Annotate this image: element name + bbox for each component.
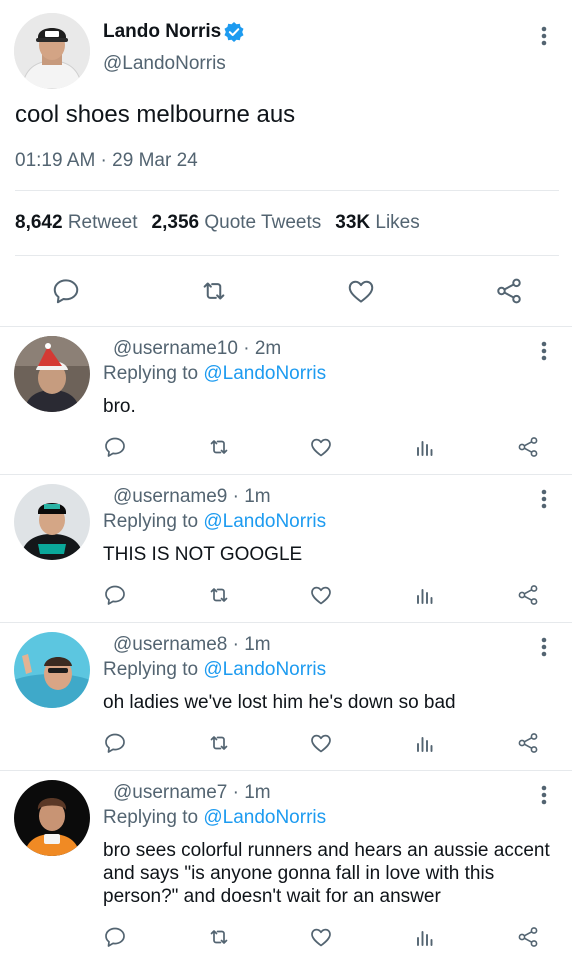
- reply-text: THIS IS NOT GOOGLE: [103, 544, 303, 565]
- mention-link[interactable]: @LandoNorris: [203, 807, 326, 828]
- reply-avatar[interactable]: [14, 336, 90, 412]
- reply-time: 1m: [244, 634, 271, 655]
- mention-link[interactable]: @LandoNorris: [203, 659, 326, 680]
- retweet-icon[interactable]: [207, 925, 231, 949]
- reply-header: @username8 · 1m: [113, 634, 271, 655]
- more-options-icon[interactable]: [534, 635, 554, 659]
- mention-link[interactable]: @LandoNorris: [203, 363, 326, 384]
- share-icon[interactable]: [516, 583, 540, 607]
- reply-header: @username7 · 1m: [113, 782, 271, 803]
- like-icon[interactable]: [346, 276, 376, 306]
- retweet-icon[interactable]: [207, 583, 231, 607]
- reply-time: 1m: [244, 486, 271, 507]
- verified-badge-icon: [223, 21, 245, 43]
- replying-to: Replying to @LandoNorris: [103, 363, 327, 384]
- retweet-icon[interactable]: [207, 731, 231, 755]
- share-icon[interactable]: [516, 731, 540, 755]
- author-name[interactable]: Lando Norris: [103, 21, 221, 43]
- reply-text: oh ladies we've lost him he's down so ba…: [103, 692, 456, 713]
- reply-text: bro sees colorful runners and hears an a…: [103, 840, 550, 907]
- more-options-icon[interactable]: [534, 487, 554, 511]
- more-options-icon[interactable]: [534, 783, 554, 807]
- reply-header: @username9 · 1m: [113, 486, 271, 507]
- share-icon[interactable]: [516, 435, 540, 459]
- like-icon[interactable]: [309, 583, 333, 607]
- reply-icon[interactable]: [103, 731, 127, 755]
- reply-icon[interactable]: [103, 435, 127, 459]
- reply-icon[interactable]: [103, 925, 127, 949]
- analytics-icon[interactable]: [413, 731, 437, 755]
- like-icon[interactable]: [309, 925, 333, 949]
- reply-avatar[interactable]: [14, 484, 90, 560]
- analytics-icon[interactable]: [413, 435, 437, 459]
- quote-count[interactable]: 2,356 Quote Tweets: [152, 212, 322, 233]
- reply-handle[interactable]: @username10: [113, 338, 238, 359]
- main-tweet: Lando Norris @LandoNorris cool shoes mel…: [0, 0, 572, 327]
- analytics-icon[interactable]: [413, 925, 437, 949]
- reply-time: 2m: [254, 338, 282, 359]
- more-options-icon[interactable]: [534, 339, 554, 363]
- reply-handle[interactable]: @username9: [113, 486, 227, 507]
- replying-to: Replying to @LandoNorris: [103, 511, 327, 532]
- more-options-icon[interactable]: [534, 24, 554, 48]
- reply-item[interactable]: @username9 · 1m Replying to @LandoNorris…: [0, 475, 572, 623]
- author-avatar[interactable]: [14, 13, 90, 89]
- replying-to: Replying to @LandoNorris: [103, 807, 327, 828]
- share-icon[interactable]: [516, 925, 540, 949]
- like-count[interactable]: 33K Likes: [335, 212, 420, 233]
- mention-link[interactable]: @LandoNorris: [203, 511, 326, 532]
- retweet-count[interactable]: 8,642 Retweet: [15, 212, 138, 233]
- reply-handle[interactable]: @username7: [113, 782, 227, 803]
- share-icon[interactable]: [494, 276, 524, 306]
- like-icon[interactable]: [309, 435, 333, 459]
- analytics-icon[interactable]: [413, 583, 437, 607]
- tweet-text: cool shoes melbourne aus: [15, 101, 296, 128]
- reply-handle[interactable]: @username8: [113, 634, 227, 655]
- retweet-icon[interactable]: [199, 276, 229, 306]
- like-icon[interactable]: [309, 731, 333, 755]
- tweet-stats: 8,642 Retweet 2,356 Quote Tweets 33K Likes: [15, 212, 420, 234]
- author-handle[interactable]: @LandoNorris: [103, 53, 226, 75]
- reply-icon[interactable]: [103, 583, 127, 607]
- divider: [15, 255, 559, 256]
- reply-text: bro.: [103, 396, 136, 417]
- reply-item[interactable]: @username7 · 1m Replying to @LandoNorris…: [0, 771, 572, 960]
- reply-icon[interactable]: [51, 276, 81, 306]
- reply-item[interactable]: @username8 · 1m Replying to @LandoNorris…: [0, 623, 572, 771]
- replying-to: Replying to @LandoNorris: [103, 659, 327, 680]
- reply-header: @username10 · 2m: [113, 338, 282, 359]
- reply-avatar[interactable]: [14, 780, 90, 856]
- reply-avatar[interactable]: [14, 632, 90, 708]
- retweet-icon[interactable]: [207, 435, 231, 459]
- divider: [15, 190, 559, 191]
- reply-time: 1m: [244, 782, 271, 803]
- reply-item[interactable]: @username10 · 2m Replying to @LandoNorri…: [0, 327, 572, 475]
- tweet-timestamp[interactable]: 01:19 AM · 29 Mar 24: [15, 150, 198, 172]
